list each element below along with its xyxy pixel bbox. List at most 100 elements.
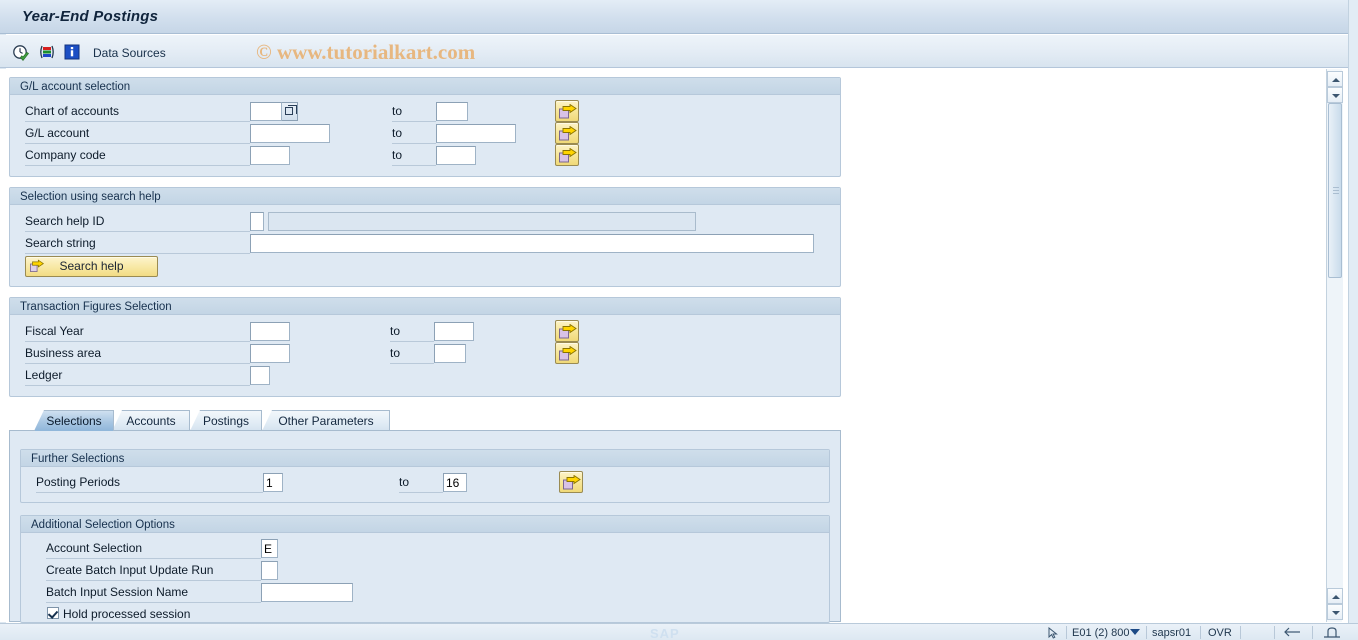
row-underline bbox=[25, 121, 250, 122]
title-bar: Year-End Postings bbox=[0, 0, 1358, 34]
status-insert-mode[interactable]: OVR bbox=[1208, 627, 1232, 639]
arrow-right-icon bbox=[30, 259, 45, 280]
group-gl-account-selection: G/L account selection Chart of accounts … bbox=[9, 77, 841, 177]
to-label: to bbox=[390, 324, 401, 338]
input-search-help-id-text bbox=[268, 212, 696, 231]
page-title: Year-End Postings bbox=[22, 8, 159, 25]
row-underline bbox=[46, 602, 261, 603]
to-label: to bbox=[392, 148, 403, 162]
multiple-selection-button-chart-of-accounts[interactable] bbox=[555, 100, 579, 122]
multiple-selection-button-gl-account[interactable] bbox=[555, 122, 579, 144]
status-divider bbox=[1240, 626, 1241, 639]
matchcode-f4-icon[interactable] bbox=[282, 102, 298, 121]
input-search-help-id[interactable] bbox=[250, 212, 264, 231]
label-chart-of-accounts: Chart of accounts bbox=[25, 104, 120, 118]
scrollbar-grip-icon bbox=[1333, 186, 1339, 195]
input-posting-periods-to[interactable] bbox=[443, 473, 467, 492]
input-business-area-from[interactable] bbox=[250, 344, 290, 363]
multiple-selection-button-company-code[interactable] bbox=[555, 144, 579, 166]
tab-label: Other Parameters bbox=[278, 414, 374, 428]
row-underline bbox=[25, 231, 250, 232]
input-posting-periods-from[interactable] bbox=[263, 473, 283, 492]
application-toolbar bbox=[0, 35, 1358, 68]
scroll-down-button[interactable] bbox=[1327, 87, 1343, 103]
input-account-selection[interactable] bbox=[261, 539, 278, 558]
status-resize-grip-icon[interactable] bbox=[1322, 627, 1342, 640]
multiple-selection-icon[interactable] bbox=[38, 44, 56, 62]
input-gl-account-from[interactable] bbox=[250, 124, 330, 143]
multiple-selection-button-business-area[interactable] bbox=[555, 342, 579, 364]
group-title-transaction-figures: Transaction Figures Selection bbox=[10, 298, 840, 315]
tab-other-parameters[interactable]: Other Parameters bbox=[262, 410, 390, 431]
group-transaction-figures-selection: Transaction Figures Selection Fiscal Yea… bbox=[9, 297, 841, 397]
input-chart-of-accounts-to[interactable] bbox=[436, 102, 468, 121]
search-help-button[interactable]: Search help bbox=[25, 256, 158, 277]
to-label: to bbox=[392, 126, 403, 140]
vertical-scrollbar[interactable] bbox=[1326, 69, 1343, 622]
multiple-selection-button-posting-periods[interactable] bbox=[559, 471, 583, 493]
input-ledger[interactable] bbox=[250, 366, 270, 385]
search-help-button-label: Search help bbox=[59, 259, 124, 273]
status-back-icon[interactable] bbox=[1284, 627, 1302, 640]
input-chart-of-accounts-from[interactable] bbox=[250, 102, 282, 121]
tab-selections[interactable]: Selections bbox=[34, 410, 114, 431]
row-underline bbox=[25, 385, 250, 386]
status-divider bbox=[1146, 626, 1147, 639]
tab-postings[interactable]: Postings bbox=[190, 410, 262, 431]
group-additional-selection-options: Additional Selection Options Account Sel… bbox=[20, 515, 830, 623]
group-selection-using-search-help: Selection using search help Search help … bbox=[9, 187, 841, 287]
status-divider bbox=[1274, 626, 1275, 639]
input-business-area-to[interactable] bbox=[434, 344, 466, 363]
group-title-search-help: Selection using search help bbox=[10, 188, 840, 205]
row-underline bbox=[25, 143, 250, 144]
scroll-down-button-bottom[interactable] bbox=[1327, 604, 1343, 620]
input-gl-account-to[interactable] bbox=[436, 124, 516, 143]
execute-clock-icon[interactable] bbox=[12, 44, 30, 62]
tab-label: Postings bbox=[202, 414, 250, 428]
scroll-up-button[interactable] bbox=[1327, 71, 1343, 87]
row-underline bbox=[46, 580, 261, 581]
sap-gui-window: Year-End Postings Data Sources © www.tut… bbox=[0, 0, 1358, 640]
group-title-further-selections: Further Selections bbox=[21, 450, 829, 467]
status-system-id[interactable]: E01 (2) 800 bbox=[1072, 627, 1129, 639]
row-underline bbox=[46, 558, 261, 559]
label-ledger: Ledger bbox=[25, 368, 63, 382]
group-title-gl-account-selection: G/L account selection bbox=[10, 78, 840, 95]
row-underline bbox=[25, 341, 250, 342]
to-label: to bbox=[399, 475, 410, 489]
selection-screen-canvas: G/L account selection Chart of accounts … bbox=[0, 69, 1326, 623]
multiple-selection-button-fiscal-year[interactable] bbox=[555, 320, 579, 342]
row-underline bbox=[392, 121, 436, 122]
information-icon[interactable] bbox=[64, 44, 80, 60]
input-company-code-to[interactable] bbox=[436, 146, 476, 165]
label-gl-account: G/L account bbox=[25, 126, 90, 140]
scrollbar-thumb[interactable] bbox=[1328, 103, 1342, 278]
data-sources-label[interactable]: Data Sources bbox=[93, 46, 166, 60]
input-fiscal-year-from[interactable] bbox=[250, 322, 290, 341]
tab-label: Selections bbox=[46, 414, 102, 428]
label-batch-input-session-name: Batch Input Session Name bbox=[46, 585, 189, 599]
input-batch-input-session-name[interactable] bbox=[261, 583, 353, 602]
status-divider bbox=[1200, 626, 1201, 639]
tab-pane-selections: Further Selections Posting Periods to Ad… bbox=[9, 430, 841, 623]
checkbox-hold-processed-session[interactable] bbox=[47, 607, 59, 619]
input-create-batch-input-update-run[interactable] bbox=[261, 561, 278, 580]
label-fiscal-year: Fiscal Year bbox=[25, 324, 84, 338]
status-divider bbox=[1312, 626, 1313, 639]
status-cursor-icon bbox=[1048, 626, 1058, 640]
status-dropdown-icon[interactable] bbox=[1130, 627, 1140, 639]
input-search-string[interactable] bbox=[250, 234, 814, 253]
label-create-batch-input-update-run: Create Batch Input Update Run bbox=[46, 563, 214, 577]
watermark: © www.tutorialkart.com bbox=[256, 40, 476, 64]
input-company-code-from[interactable] bbox=[250, 146, 290, 165]
scroll-up-button-bottom[interactable] bbox=[1327, 588, 1343, 604]
sap-logo: SAP bbox=[650, 626, 680, 640]
label-posting-periods: Posting Periods bbox=[36, 475, 121, 489]
label-search-string: Search string bbox=[25, 236, 96, 250]
input-fiscal-year-to[interactable] bbox=[434, 322, 474, 341]
row-underline bbox=[36, 492, 263, 493]
label-company-code: Company code bbox=[25, 148, 106, 162]
row-underline bbox=[399, 492, 443, 493]
row-underline bbox=[390, 363, 434, 364]
tab-accounts[interactable]: Accounts bbox=[112, 410, 190, 431]
